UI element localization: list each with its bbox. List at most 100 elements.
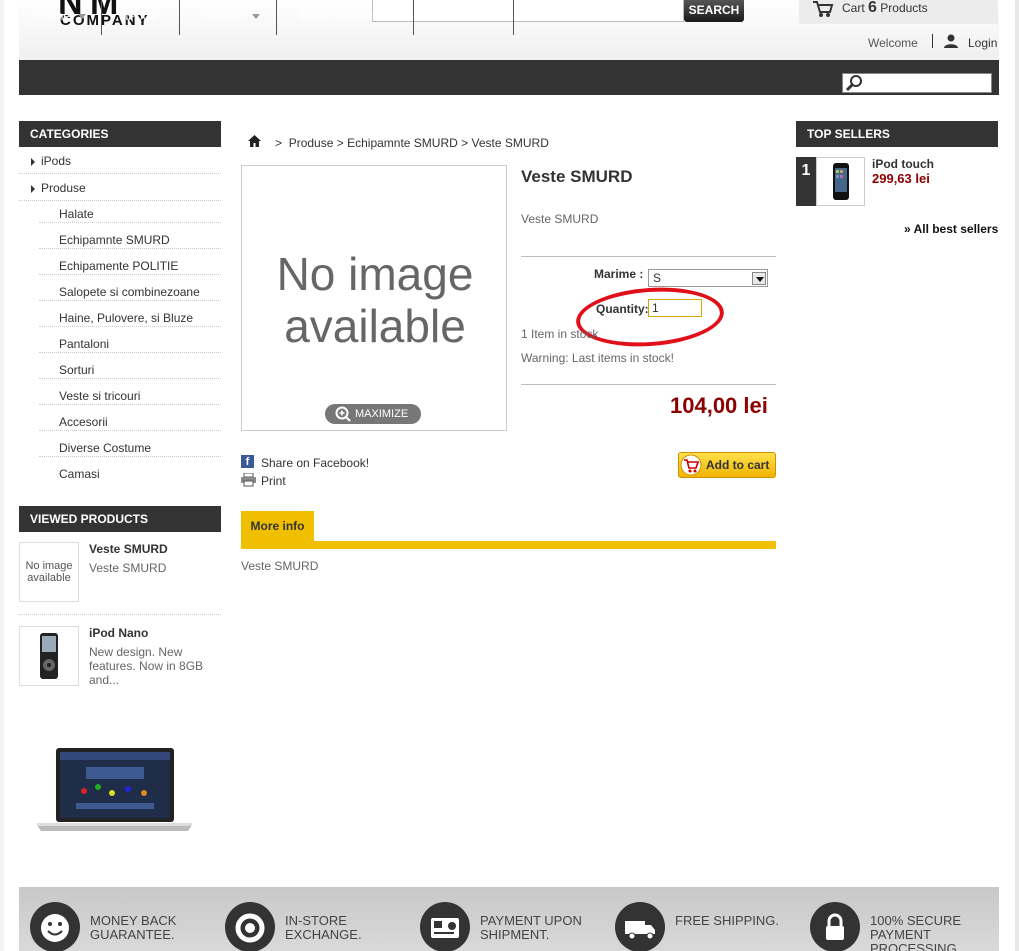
smile-icon bbox=[30, 902, 80, 951]
footer-free-shipping: FREE SHIPPING. bbox=[675, 914, 779, 928]
print-link[interactable]: Print bbox=[261, 474, 286, 488]
subcategory-item[interactable]: Pantaloni bbox=[59, 337, 109, 351]
product-short-description: Veste SMURD bbox=[521, 212, 599, 226]
subcategory-item[interactable]: Veste si tricouri bbox=[59, 389, 140, 403]
cart-summary[interactable]: Cart 6 Products bbox=[842, 0, 928, 16]
nav-item-about-us[interactable]: About us bbox=[414, 0, 514, 35]
breadcrumb-sep: > bbox=[336, 136, 344, 150]
chevron-down-icon[interactable] bbox=[752, 272, 766, 285]
no-image-placeholder: No image available bbox=[25, 560, 73, 584]
ipod-touch-image bbox=[833, 163, 849, 200]
product-title: Veste SMURD bbox=[521, 167, 633, 186]
viewed-product-thumbnail[interactable] bbox=[19, 626, 79, 686]
search-button[interactable]: SEARCH bbox=[684, 0, 744, 22]
stock-count: 1 Item in stock bbox=[521, 327, 599, 341]
breadcrumb: > Produse > Echipamnte SMURD > Veste SMU… bbox=[275, 136, 549, 150]
top-seller-rank: 1 bbox=[796, 157, 816, 206]
no-image-line: available bbox=[284, 300, 466, 352]
caret-right-icon bbox=[31, 185, 35, 193]
divider bbox=[39, 248, 221, 249]
viewed-product-title[interactable]: iPod Nano bbox=[89, 626, 148, 640]
zoom-in-icon bbox=[335, 406, 351, 422]
payment-card-icon bbox=[420, 902, 470, 951]
divider bbox=[39, 326, 221, 327]
share-facebook-link[interactable]: Share on Facebook! bbox=[261, 456, 369, 470]
chevron-down-icon bbox=[78, 14, 87, 20]
home-icon[interactable] bbox=[248, 135, 261, 147]
exchange-icon bbox=[225, 902, 275, 951]
cart-count: 6 bbox=[868, 0, 877, 16]
nav-item-ipods[interactable]: iPods bbox=[102, 0, 180, 35]
nav-item-label: Tabel Dimensiuni bbox=[299, 9, 391, 23]
footer-text: FREE SHIPPING. bbox=[675, 913, 780, 928]
divider bbox=[19, 173, 221, 174]
category-ipods[interactable]: iPods bbox=[19, 154, 221, 173]
top-seller-thumbnail[interactable] bbox=[816, 157, 865, 206]
product-image[interactable]: No image available bbox=[241, 165, 507, 431]
footer-secure-payment: 100% SECURE PAYMENT PROCESSING. bbox=[870, 914, 961, 951]
viewed-product-desc: New design. New features. Now in 8GB and… bbox=[89, 645, 204, 687]
subcategory-item[interactable]: Haine, Pulovere, si Bluze bbox=[59, 311, 193, 325]
divider bbox=[932, 34, 933, 48]
footer-text: PAYMENT bbox=[870, 927, 931, 942]
subcategory-item[interactable]: Sorturi bbox=[59, 363, 94, 377]
facebook-icon[interactable]: f bbox=[241, 455, 254, 468]
breadcrumb-sep: > bbox=[275, 136, 283, 150]
login-link[interactable]: Login bbox=[968, 36, 997, 50]
left-border bbox=[0, 0, 4, 951]
footer-in-store-exchange: IN-STORE EXCHANGE. bbox=[285, 914, 362, 942]
footer-text: PAYMENT UPON bbox=[480, 913, 582, 928]
all-best-sellers-link[interactable]: » All best sellers bbox=[904, 222, 998, 236]
caret-right-icon bbox=[31, 158, 35, 166]
divider bbox=[39, 274, 221, 275]
right-border bbox=[1015, 0, 1019, 951]
viewed-product-thumbnail[interactable]: No image available bbox=[19, 542, 79, 602]
divider bbox=[521, 256, 776, 257]
top-sellers-heading: TOP SELLERS bbox=[796, 121, 998, 147]
product-description: Veste SMURD bbox=[241, 559, 319, 573]
subcategory-item[interactable]: Salopete si combinezoane bbox=[59, 285, 200, 299]
nav-item-label: About us bbox=[439, 9, 488, 23]
cart-icon bbox=[680, 454, 702, 476]
search-icon[interactable] bbox=[845, 73, 865, 93]
divider bbox=[39, 430, 221, 431]
category-label: Produse bbox=[41, 181, 86, 195]
cart-label: Cart bbox=[842, 1, 865, 15]
divider bbox=[39, 404, 221, 405]
nav-item-produse[interactable]: Produse bbox=[180, 0, 277, 35]
cart-icon[interactable] bbox=[812, 0, 834, 18]
subcategory-item[interactable]: Diverse Costume bbox=[59, 441, 151, 455]
tab-more-info[interactable]: More info bbox=[241, 511, 314, 542]
category-produse[interactable]: Produse bbox=[19, 181, 221, 200]
breadcrumb-sep: > bbox=[461, 136, 469, 150]
footer-text: IN-STORE bbox=[285, 913, 347, 928]
nav-item-tabel-dimensiuni[interactable]: Tabel Dimensiuni bbox=[277, 0, 414, 35]
viewed-product-title[interactable]: Veste SMURD bbox=[89, 542, 168, 556]
subcategory-item[interactable]: Camasi bbox=[59, 467, 100, 481]
no-image-line: No image bbox=[276, 248, 474, 300]
subcategory-item[interactable]: Echipamnte SMURD bbox=[59, 233, 170, 247]
laptop-banner-image[interactable] bbox=[36, 747, 193, 833]
divider bbox=[39, 456, 221, 457]
size-select[interactable]: S bbox=[648, 269, 768, 287]
footer-text: 100% SECURE bbox=[870, 913, 962, 928]
product-price: 104,00 lei bbox=[670, 393, 768, 418]
tab-underline bbox=[241, 541, 776, 549]
footer-text: GUARANTEE. bbox=[90, 927, 175, 942]
subcategory-item[interactable]: Echipamente POLITIE bbox=[59, 259, 178, 273]
divider bbox=[39, 378, 221, 379]
print-icon[interactable] bbox=[241, 473, 256, 487]
subcategory-item[interactable]: Accesorii bbox=[59, 415, 108, 429]
nav-item-home[interactable]: Home bbox=[19, 0, 102, 35]
breadcrumb-item[interactable]: Produse bbox=[289, 136, 334, 150]
breadcrumb-item[interactable]: Echipamnte SMURD bbox=[347, 136, 458, 150]
viewed-products-heading: VIEWED PRODUCTS bbox=[19, 506, 221, 532]
divider bbox=[19, 200, 221, 201]
ipod-nano-image bbox=[40, 633, 58, 679]
footer-text: PROCESSING. bbox=[870, 941, 961, 951]
subcategory-item[interactable]: Halate bbox=[59, 207, 94, 221]
page: N M COMPANY SEARCH Cart 6 Products Welco… bbox=[0, 0, 1019, 951]
top-seller-name[interactable]: iPod touch bbox=[872, 157, 934, 171]
size-label: Marime : bbox=[594, 267, 644, 281]
truck-icon bbox=[615, 902, 665, 951]
